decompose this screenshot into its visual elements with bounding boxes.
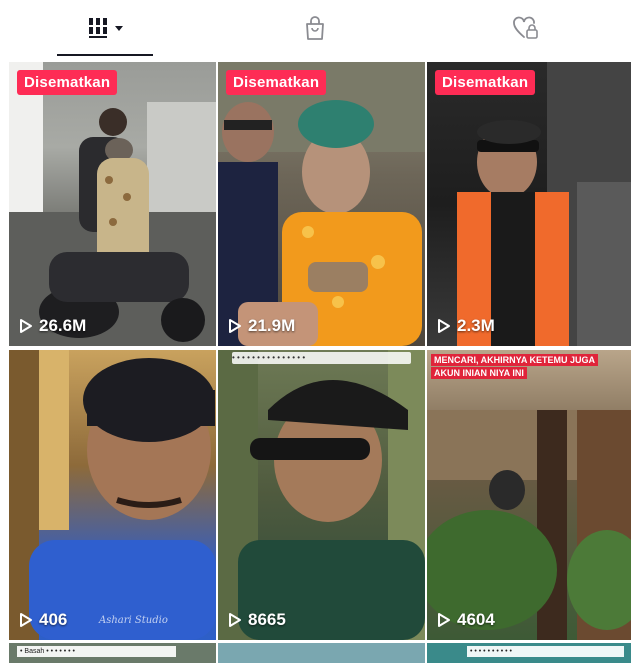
video-tile[interactable]: • • • • • • • • • • • • • • • 8665 [218,350,425,640]
tab-shop[interactable] [210,0,420,56]
play-icon [438,319,450,333]
video-thumbnail [218,62,425,346]
play-icon [229,613,241,627]
video-tile[interactable]: • • • • • • • • • • [427,643,631,663]
view-count: 2.3M [437,316,495,336]
video-thumbnail [9,350,216,640]
video-tile[interactable]: Disematkan 26.6M [9,62,216,346]
view-count-value: 406 [39,610,68,629]
grid-icon [87,17,109,39]
video-tile[interactable]: MENCARI, AKHIRNYA KETEMU JUGA AKUN INIAN… [427,350,631,640]
profile-video-grid-screen: Disematkan 26.6M Disematkan 21.9M Disema… [0,0,631,663]
view-count-value: 21.9M [248,316,296,335]
video-thumbnail [218,350,425,640]
video-caption: • • • • • • • • • • • • • • • [232,352,411,364]
play-icon [20,319,32,333]
shopping-bag-icon [303,15,327,41]
play-icon [229,319,241,333]
video-caption: • • • • • • • • • • [467,646,624,657]
video-grid-next-row: • Basah • • • • • • • • • • • • • • • • … [9,643,631,663]
view-count: 406 [19,610,67,630]
chevron-down-icon[interactable] [115,25,124,31]
video-tile[interactable]: Disematkan 21.9M [218,62,425,346]
video-grid: Disematkan 26.6M Disematkan 21.9M Disema… [9,62,631,640]
play-icon [438,613,450,627]
video-caption: MENCARI, AKHIRNYA KETEMU JUGA AKUN INIAN… [431,354,611,380]
tab-videos[interactable] [0,0,210,56]
view-count: 8665 [228,610,286,630]
view-count: 21.9M [228,316,295,336]
view-count-value: 26.6M [39,316,87,335]
heart-lock-icon [512,15,540,41]
pinned-badge: Disematkan [435,70,536,95]
view-count-value: 2.3M [457,316,495,335]
video-thumbnail [427,350,631,640]
video-tile[interactable]: Ashari Studio 406 [9,350,216,640]
caption-text: MENCARI, AKHIRNYA KETEMU JUGA AKUN INIAN… [431,354,599,379]
view-count-value: 4604 [457,610,495,629]
video-thumbnail [9,62,216,346]
view-count: 26.6M [19,316,86,336]
view-count-value: 8665 [248,610,286,629]
video-tile[interactable] [218,643,425,663]
pinned-badge: Disematkan [226,70,327,95]
tab-liked[interactable] [421,0,631,56]
play-icon [20,613,32,627]
pinned-badge: Disematkan [17,70,118,95]
video-caption: • Basah • • • • • • • [17,646,176,657]
profile-tab-bar [0,0,631,56]
video-tile[interactable]: • Basah • • • • • • • [9,643,216,663]
view-count: 4604 [437,610,495,630]
watermark-logo: Ashari Studio [99,615,168,626]
video-tile[interactable]: Disematkan 2.3M [427,62,631,346]
video-thumbnail [427,62,631,346]
